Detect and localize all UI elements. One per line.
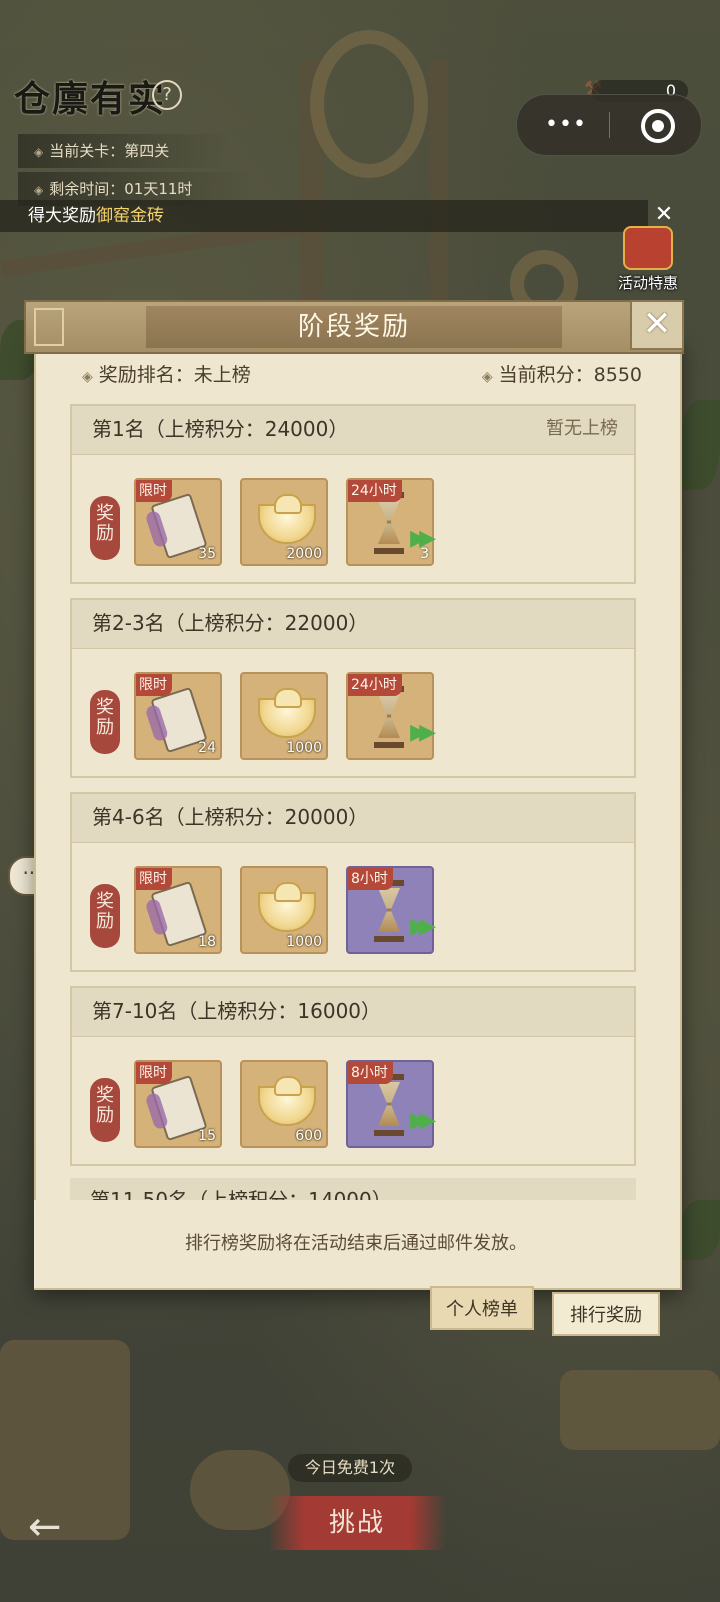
reward-rank-value: 未上榜 [193,364,251,386]
hud-label: 剩余时间： [49,180,125,198]
close-miniprogram-icon[interactable] [641,109,675,143]
gold-ingot-icon [258,1076,316,1126]
close-icon: ✕ [642,304,672,344]
hud-current-level: ◈ 当前关卡：第四关 [18,134,230,168]
item-tag: 限时 [136,480,172,502]
gold-ingot-icon [258,494,316,544]
promo-button[interactable]: 活动特惠 [608,226,688,293]
reward-item-hourglass[interactable]: ▶▶ 8小时 [346,1060,436,1148]
tier-rank: 第7-10名（上榜积分：16000） [92,999,382,1023]
item-tag: 24小时 [348,674,402,696]
item-qty: 24 [198,740,216,756]
item-tag: 限时 [136,1062,172,1084]
reward-stamp: 奖励 [90,690,120,754]
panel-close-button[interactable]: ✕ [630,300,684,350]
tier-status: 暂无上榜 [546,418,618,439]
promo-label: 活动特惠 [617,274,678,292]
item-qty: 600 [295,1128,322,1144]
hud-value: 01天11时 [124,180,193,198]
footer-note: 排行榜奖励将在活动结束后通过邮件发放。 [34,1200,678,1288]
diamond-icon: ◈ [481,369,493,385]
diamond-icon: ◈ [34,145,44,159]
reward-rank-label: 奖励排名： [98,364,194,386]
item-qty: 35 [198,546,216,562]
tier-header: 第4-6名（上榜积分：20000） [72,794,634,843]
current-score-value: 8550 [593,364,642,386]
hud-value: 第四关 [124,142,170,160]
tab-ranking-rewards[interactable]: 排行奖励 [552,1292,660,1336]
reward-tier-card: 第4-6名（上榜积分：20000） 奖励 限时 18 1000 ▶▶ 8小时 [70,792,636,972]
reward-item-ingot[interactable]: 2000 [240,478,328,566]
item-tag: 24小时 [348,480,402,502]
item-tag: 8小时 [348,1062,393,1084]
wheel-decoration [310,30,428,178]
current-score: ◈ 当前积分：8550 [482,358,642,394]
tier-rank: 第1名（上榜积分：24000） [92,417,349,441]
reward-item-ingot[interactable]: 1000 [240,672,328,760]
tier-header: 第2-3名（上榜积分：22000） [72,600,634,649]
item-qty: 18 [198,934,216,950]
diamond-icon: ◈ [82,369,93,385]
item-tag: 限时 [136,674,172,696]
reward-tier-card: 第1名（上榜积分：24000） 暂无上榜 奖励 限时 35 2000 ▶▶ 24… [70,404,636,584]
notification-highlight: 御窑金砖 [96,206,164,226]
notification-prefix: 得大奖励 [28,206,96,226]
notification-close-icon[interactable]: ✕ [650,202,678,227]
reward-item-hourglass[interactable]: ▶▶ 8小时 [346,866,436,954]
panel-title: 阶段奖励 [297,312,410,342]
partial-tier-header: 第11-50名（上榜积分：14000） [70,1178,636,1200]
reward-item-hourglass[interactable]: ▶▶ 24小时 [346,672,436,760]
speedup-arrows-icon: ▶▶ [410,914,436,939]
current-score-label: 当前积分： [498,364,594,386]
item-qty: 1000 [286,740,322,756]
reward-item-token[interactable]: 限时 24 [134,672,222,760]
reward-item-ingot[interactable]: 1000 [240,866,328,954]
reward-stamp: 奖励 [90,884,120,948]
challenge-button[interactable]: 挑战 [268,1496,446,1550]
leaf-decoration [680,1200,720,1260]
reward-tier-card: 第2-3名（上榜积分：22000） 奖励 限时 24 1000 ▶▶ 24小时 [70,598,636,778]
item-tag: 8小时 [348,868,393,890]
reward-tier-list[interactable]: 第1名（上榜积分：24000） 暂无上榜 奖励 限时 35 2000 ▶▶ 24… [70,404,636,1200]
reward-item-token[interactable]: 限时 15 [134,1060,222,1148]
gold-ingot-icon [258,882,316,932]
speedup-arrows-icon: ▶▶ [410,1108,436,1133]
hud-label: 当前关卡： [49,142,125,160]
leaf-decoration [680,400,720,490]
back-arrow-icon[interactable]: ← [28,1502,78,1552]
reward-stamp: 奖励 [90,1078,120,1142]
free-today-label: 今日免费1次 [288,1454,412,1482]
gift-icon [623,226,673,270]
panel-title-bar: 阶段奖励 [24,300,684,354]
tab-personal-ranking[interactable]: 个人榜单 [430,1286,534,1330]
reward-item-token[interactable]: 限时 35 [134,478,222,566]
notification-banner: 得大奖励御窑金砖 [0,200,648,232]
reward-item-ingot[interactable]: 600 [240,1060,328,1148]
game-title: 仓廪有实 [14,78,167,120]
tier-header: 第1名（上榜积分：24000） 暂无上榜 [72,406,634,455]
reward-item-token[interactable]: 限时 18 [134,866,222,954]
reward-tier-card: 第7-10名（上榜积分：16000） 奖励 限时 15 600 ▶▶ 8小时 [70,986,636,1166]
more-icon[interactable]: ••• [545,114,587,136]
tier-header: 第7-10名（上榜积分：16000） [72,988,634,1037]
diamond-icon: ◈ [34,183,44,197]
item-tag: 限时 [136,868,172,890]
rank-info-row: ◈ 奖励排名：未上榜 ◈ 当前积分：8550 [82,358,642,392]
tier-rank: 第11-50名（上榜积分：14000） [90,1188,392,1200]
item-qty: 2000 [286,546,322,562]
help-icon[interactable]: ? [152,80,182,110]
reward-item-hourglass[interactable]: ▶▶ 24小时 3 [346,478,436,566]
item-qty: 1000 [286,934,322,950]
gold-ingot-icon [258,688,316,738]
item-qty: 15 [198,1128,216,1144]
speedup-arrows-icon: ▶▶ [410,720,436,745]
miniprogram-capsule: ••• [516,94,702,156]
reward-stamp: 奖励 [90,496,120,560]
stool-decoration [560,1370,720,1450]
tier-rank: 第4-6名（上榜积分：20000） [92,805,369,829]
tier-rank: 第2-3名（上榜积分：22000） [92,611,369,635]
item-qty: 3 [420,546,429,562]
capsule-divider [609,112,610,138]
